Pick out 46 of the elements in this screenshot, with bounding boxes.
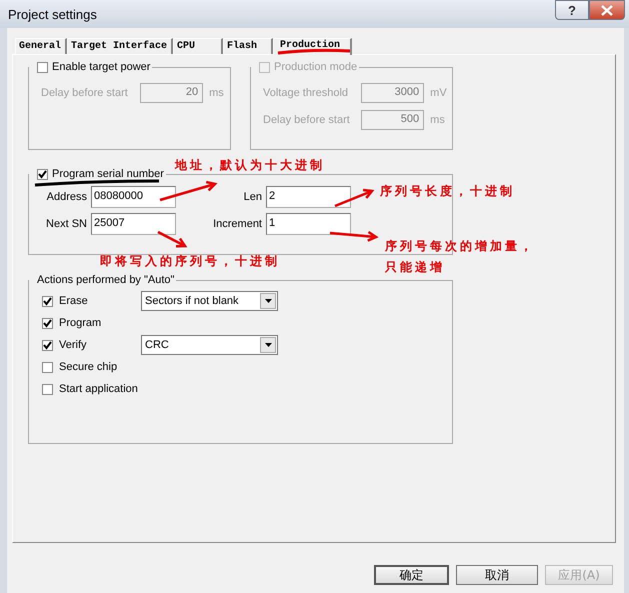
dialog-button[interactable]: 取消 (456, 565, 538, 585)
checkbox[interactable] (37, 62, 48, 72)
checkbox[interactable] (42, 362, 53, 372)
checkbox-label: Start application (59, 383, 139, 395)
group-label: Enable target power (52, 61, 150, 73)
unit-label: mV (430, 87, 448, 99)
annotation-note: 地址，默认为十大进制 (175, 157, 326, 174)
group-title: Actions performed by "Auto" (37, 274, 174, 286)
checkbox[interactable] (37, 168, 48, 180)
checkbox[interactable] (42, 318, 53, 328)
checkbox-label: Verify (59, 339, 88, 351)
checkbox[interactable] (42, 340, 53, 350)
close-button[interactable] (589, 0, 625, 20)
tab[interactable]: Flash (223, 38, 274, 54)
checkbox-label: Erase (59, 295, 89, 307)
input-field[interactable]: 2 (266, 186, 351, 208)
checkbox[interactable] (42, 384, 53, 394)
field-label: Address (46, 191, 87, 203)
checkbox-label: Program (59, 317, 102, 329)
tab[interactable]: Target Interface (67, 38, 174, 54)
dropdown[interactable]: CRC (141, 335, 278, 355)
annotation-note: 序列号每次的增加量，只能递增 (385, 238, 536, 276)
field-label: Len (242, 191, 262, 203)
dropdown[interactable]: Sectors if not blank (141, 291, 278, 311)
field-label: Delay before start (41, 87, 129, 99)
close-icon (601, 4, 613, 16)
input-field[interactable]: 25007 (91, 213, 176, 235)
field-label: Increment (212, 218, 262, 230)
annotation-note: 序列号长度，十进制 (380, 183, 516, 200)
field-label: Next SN (45, 218, 87, 230)
tab[interactable]: CPU (173, 38, 224, 54)
window-title: Project settings (8, 6, 97, 22)
checkbox-label: Secure chip (59, 361, 118, 373)
input-field[interactable]: 1 (266, 213, 351, 235)
checkbox[interactable] (42, 296, 53, 306)
unit-label: ms (209, 87, 225, 99)
unit-label: ms (430, 114, 446, 126)
field-label: Voltage threshold (263, 87, 350, 99)
group-label: Program serial number (52, 168, 164, 180)
annotation-note: 即将写入的序列号，十进制 (100, 253, 281, 270)
help-button[interactable]: ? (555, 0, 589, 20)
tab[interactable]: General (15, 38, 68, 54)
dialog-button[interactable]: 确定 (374, 565, 449, 585)
field-label: Delay before start (263, 114, 351, 126)
group-label: Production mode (274, 61, 358, 73)
input-field[interactable]: 08080000 (91, 186, 176, 208)
